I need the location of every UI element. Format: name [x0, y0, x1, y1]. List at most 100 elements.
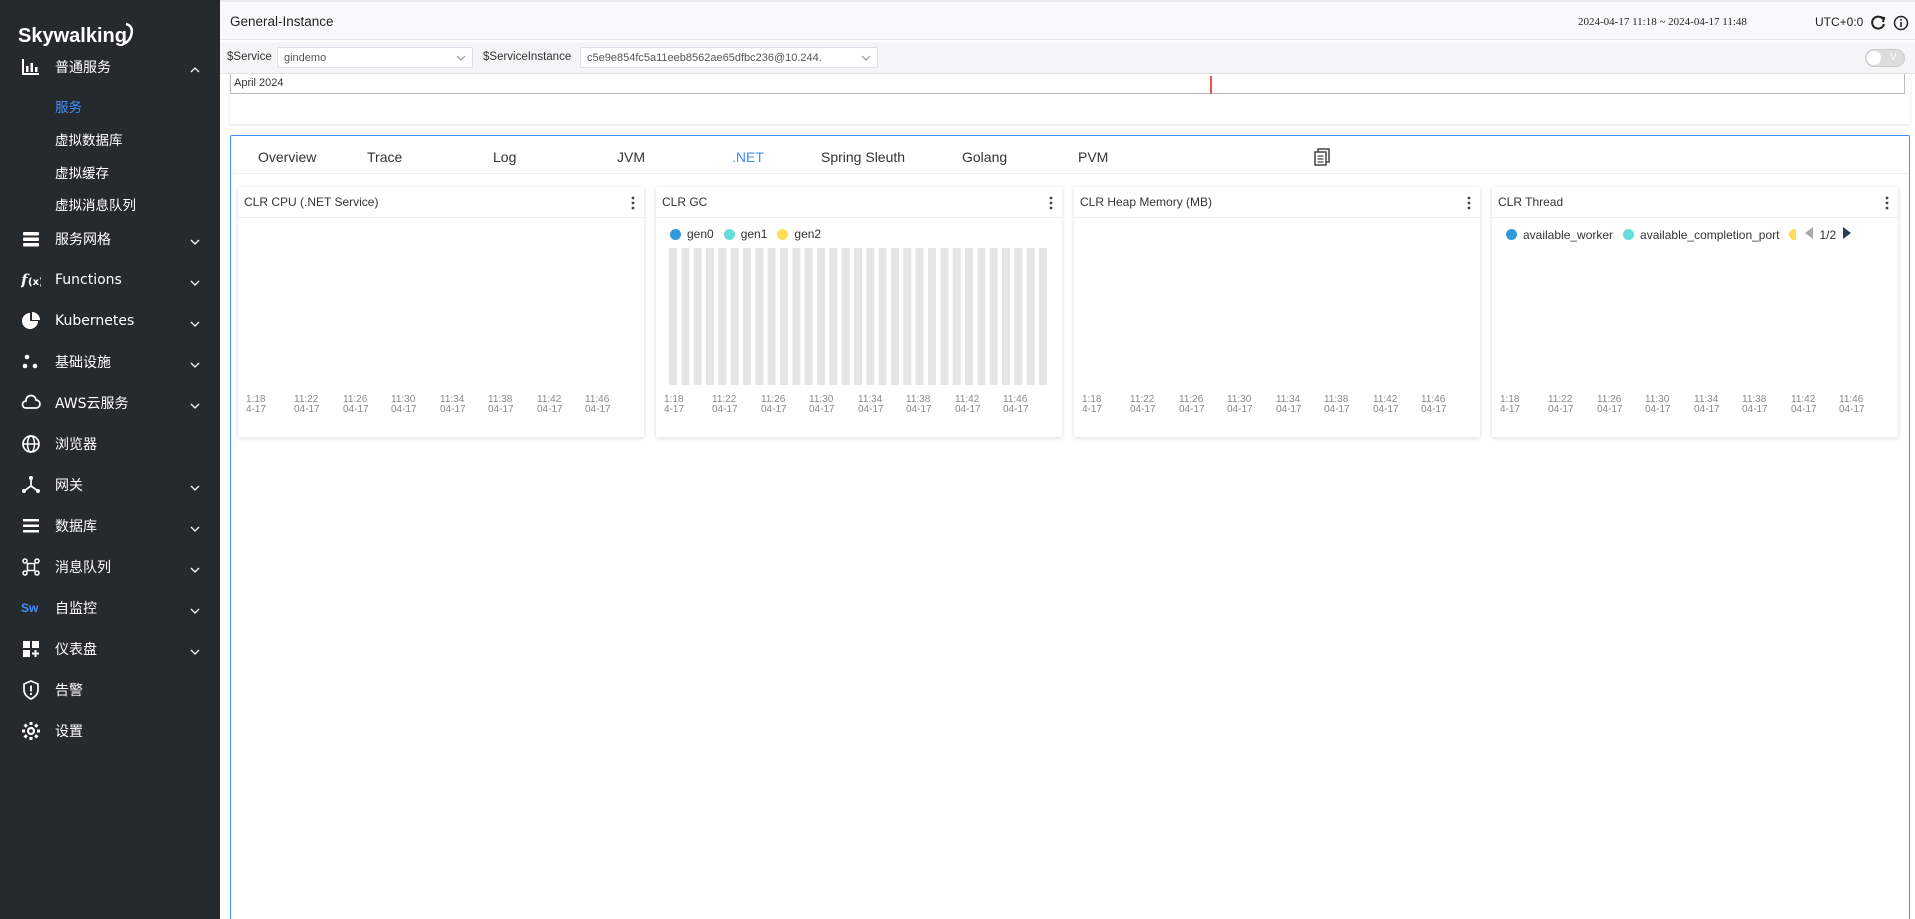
- chart-area[interactable]: 1:184-1711:2204-1711:2604-1711:3004-1711…: [1492, 217, 1898, 437]
- more-vertical-icon[interactable]: [1466, 195, 1472, 211]
- time-range-picker[interactable]: 2024-04-17 11:18 ~ 2024-04-17 11:48: [1578, 16, 1747, 28]
- tab-5[interactable]: Spring Sleuth: [821, 149, 905, 165]
- placeholder-bar: [903, 248, 912, 385]
- x-tick-date: 04-17: [585, 404, 611, 415]
- x-tick-date: 04-17: [858, 404, 884, 415]
- sidebar-item-label: Functions: [55, 272, 122, 288]
- sidebar-item-1[interactable]: 服务网格: [0, 224, 220, 254]
- instance-select[interactable]: c5e9e854fc5a11eeb8562ae65dfbc236@10.244.: [580, 47, 878, 68]
- sidebar-item-5[interactable]: AWS云服务: [0, 388, 220, 418]
- info-icon[interactable]: [1893, 15, 1909, 31]
- placeholder-bar: [977, 248, 986, 385]
- tab-7[interactable]: PVM: [1078, 149, 1108, 165]
- chart-legend: gen0 gen1 gen2: [670, 227, 831, 241]
- nodes-icon: [20, 351, 42, 373]
- legend-label: available_completion_port: [1640, 227, 1780, 242]
- placeholder-bar: [718, 248, 727, 385]
- tab-0[interactable]: Overview: [258, 149, 316, 165]
- top-header: General-Instance 2024-04-17 11:18 ~ 2024…: [220, 0, 1915, 40]
- x-tick-date: 04-17: [537, 404, 563, 415]
- legend-dot: [1506, 229, 1517, 240]
- layers-icon: [20, 228, 42, 250]
- x-tick-date: 04-17: [1276, 404, 1302, 415]
- sidebar-subitem-1[interactable]: 虚拟数据库: [55, 129, 123, 149]
- refresh-icon[interactable]: [1870, 15, 1886, 31]
- tab-1[interactable]: Trace: [367, 149, 402, 165]
- sidebar-item-9[interactable]: 消息队列: [0, 552, 220, 582]
- sidebar-item-10[interactable]: Sw 自监控: [0, 593, 220, 623]
- sidebar-item-label: 仪表盘: [55, 642, 97, 658]
- toggle-knob: [1867, 51, 1881, 65]
- sidebar-item-label: 设置: [55, 724, 83, 740]
- more-vertical-icon[interactable]: [1048, 195, 1054, 211]
- placeholder-bar: [854, 248, 862, 385]
- sidebar-subitem-2[interactable]: 虚拟缓存: [55, 162, 109, 182]
- skywalking-logo[interactable]: Skywalking: [18, 18, 138, 48]
- placeholder-bar: [817, 248, 825, 385]
- chevron-down-icon: [190, 521, 200, 532]
- service-label: $Service: [227, 51, 272, 63]
- placeholder-bar: [780, 248, 788, 385]
- visualization-toggle[interactable]: V: [1865, 49, 1905, 67]
- x-tick-date: 04-17: [294, 404, 320, 415]
- sidebar-item-13[interactable]: 设置: [0, 716, 220, 746]
- more-vertical-icon[interactable]: [1884, 195, 1890, 211]
- legend-item[interactable]: gen1: [723, 227, 767, 241]
- sidebar-item-4[interactable]: 基础设施: [0, 347, 220, 377]
- caret-right-icon[interactable]: [1842, 227, 1852, 242]
- caret-left-icon[interactable]: [1804, 227, 1814, 242]
- x-tick-date: 04-17: [1324, 404, 1350, 415]
- chart-area[interactable]: 1:184-1711:2204-1711:2604-1711:3004-1711…: [1074, 217, 1480, 437]
- copy-icon[interactable]: [1314, 148, 1330, 166]
- timeline-month: April 2024: [234, 77, 284, 89]
- cloud-icon: [20, 392, 42, 414]
- legend-item[interactable]: available_worker: [1506, 228, 1613, 242]
- sidebar-item-label: Kubernetes: [55, 313, 135, 329]
- x-tick-date: 04-17: [761, 404, 787, 415]
- gateway-icon: [20, 474, 42, 496]
- sidebar-item-2[interactable]: f(x) Functions: [0, 265, 220, 295]
- placeholder-bar: [891, 248, 899, 385]
- chevron-down-icon: [190, 603, 200, 614]
- placeholder-bar: [1026, 248, 1035, 385]
- sidebar-item-11[interactable]: 仪表盘: [0, 634, 220, 664]
- chevron-down-icon: [456, 55, 466, 61]
- placeholder-bar: [1014, 248, 1023, 385]
- placeholder-bar: [681, 248, 690, 385]
- legend-item[interactable]: gen0: [670, 227, 714, 241]
- x-tick-date: 04-17: [712, 404, 738, 415]
- sidebar-item-3[interactable]: Kubernetes: [0, 306, 220, 336]
- service-select[interactable]: gindemo: [277, 47, 473, 68]
- legend-item[interactable]: gen2: [777, 227, 821, 241]
- sidebar-item-label: AWS云服务: [55, 396, 129, 412]
- tab-2[interactable]: Log: [493, 149, 516, 165]
- x-tick-date: 04-17: [343, 404, 369, 415]
- chart-area[interactable]: 1:184-1711:2204-1711:2604-1711:3004-1711…: [656, 217, 1062, 437]
- x-tick-date: 4-17: [1082, 404, 1102, 415]
- sidebar-item-6[interactable]: 浏览器: [0, 429, 220, 459]
- sidebar-subitem-3[interactable]: 虚拟消息队列: [55, 194, 136, 214]
- timezone-label[interactable]: UTC+0:0: [1815, 15, 1863, 29]
- legend-item[interactable]: available_completion_port: [1623, 228, 1779, 242]
- sidebar-subitem-0[interactable]: 服务: [55, 96, 82, 116]
- chart-area[interactable]: 1:184-1711:2204-1711:2604-1711:3004-1711…: [238, 217, 644, 437]
- tab-3[interactable]: JVM: [617, 149, 645, 165]
- tab-6[interactable]: Golang: [962, 149, 1007, 165]
- x-tick-date: 04-17: [1597, 404, 1623, 415]
- timeline[interactable]: April 2024: [230, 74, 1905, 94]
- x-tick-date: 04-17: [1179, 404, 1205, 415]
- sidebar-item-0[interactable]: 普通服务: [0, 52, 220, 82]
- x-tick-date: 04-17: [1003, 404, 1029, 415]
- placeholder-bar: [829, 248, 838, 385]
- chevron-down-icon: [190, 275, 200, 286]
- sidebar-item-8[interactable]: 数据库: [0, 511, 220, 541]
- widget-title: CLR CPU (.NET Service): [244, 195, 379, 209]
- placeholder-bar: [915, 248, 924, 385]
- tab-4[interactable]: .NET: [732, 149, 764, 165]
- instance-label: $ServiceInstance: [483, 51, 572, 63]
- more-vertical-icon[interactable]: [630, 195, 636, 211]
- sidebar-item-7[interactable]: 网关: [0, 470, 220, 500]
- placeholder-bar: [841, 248, 850, 385]
- sidebar-item-12[interactable]: 告警: [0, 675, 220, 705]
- placeholder-bar: [989, 248, 998, 385]
